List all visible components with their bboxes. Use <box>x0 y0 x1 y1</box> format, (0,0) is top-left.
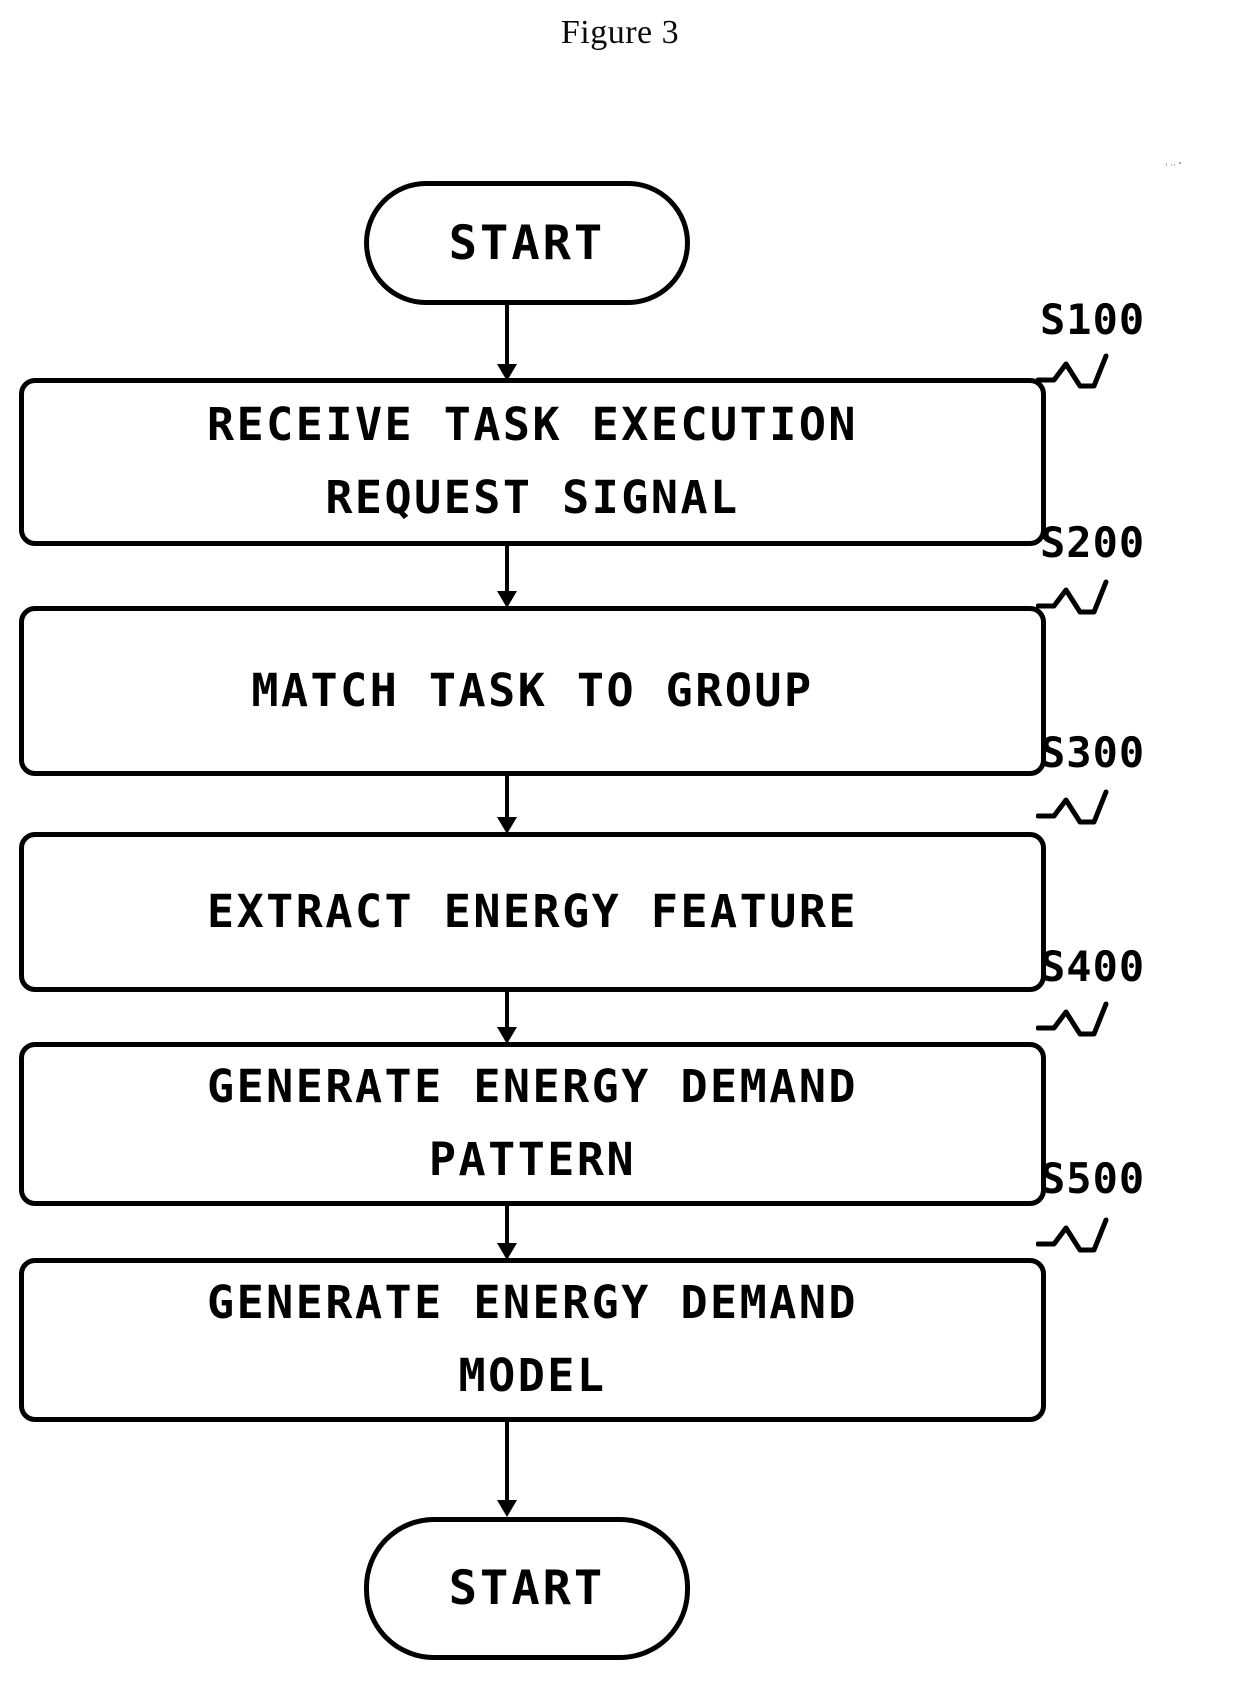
connector-s100-to-s200 <box>497 544 517 608</box>
connector-s400-to-s500 <box>497 1204 517 1260</box>
connector-s200-to-s300 <box>497 774 517 834</box>
scan-artifact-speck <box>1166 162 1181 166</box>
figure-canvas: Figure 3 START RECEIVE TASK EXECUTION RE… <box>0 0 1240 1681</box>
process-box-s300-label: EXTRACT ENERGY FEATURE <box>206 884 859 938</box>
process-box-s500: GENERATE ENERGY DEMAND MODEL <box>19 1258 1046 1422</box>
step-reference-s200: S200 <box>1040 518 1146 567</box>
process-box-s500-label: GENERATE ENERGY DEMAND MODEL <box>206 1276 859 1402</box>
process-box-s100-label: RECEIVE TASK EXECUTION REQUEST SIGNAL <box>206 398 859 524</box>
terminator-end: START <box>364 1517 690 1660</box>
step-reference-s400: S400 <box>1040 942 1146 991</box>
leader-line-s200 <box>1036 579 1109 615</box>
terminator-start-label: START <box>448 215 606 271</box>
connector-line <box>505 990 509 1027</box>
leader-line-s100 <box>1036 353 1109 389</box>
terminator-end-label: START <box>448 1561 606 1616</box>
leader-line-s300 <box>1036 789 1109 825</box>
connector-line <box>505 303 509 364</box>
leader-line-s500 <box>1036 1217 1109 1253</box>
step-reference-s100: S100 <box>1040 295 1146 344</box>
connector-s500-to-end <box>497 1420 517 1520</box>
process-box-s100: RECEIVE TASK EXECUTION REQUEST SIGNAL <box>19 378 1046 546</box>
leader-line-s400 <box>1036 1001 1109 1037</box>
connector-line <box>505 544 509 591</box>
terminator-start: START <box>364 181 690 305</box>
process-box-s300: EXTRACT ENERGY FEATURE <box>19 832 1046 992</box>
connector-s300-to-s400 <box>497 990 517 1044</box>
step-reference-s300: S300 <box>1040 728 1146 777</box>
figure-title: Figure 3 <box>560 14 680 51</box>
step-reference-s500: S500 <box>1040 1154 1146 1203</box>
connector-line <box>505 1204 509 1243</box>
process-box-s200: MATCH TASK TO GROUP <box>19 606 1046 776</box>
connector-line <box>505 1420 509 1500</box>
process-box-s400-label: GENERATE ENERGY DEMAND PATTERN <box>206 1060 859 1186</box>
process-box-s200-label: MATCH TASK TO GROUP <box>251 663 814 717</box>
arrowhead-icon <box>497 1500 517 1517</box>
connector-start-to-s100 <box>497 303 517 381</box>
process-box-s400: GENERATE ENERGY DEMAND PATTERN <box>19 1042 1046 1206</box>
connector-line <box>505 774 509 817</box>
